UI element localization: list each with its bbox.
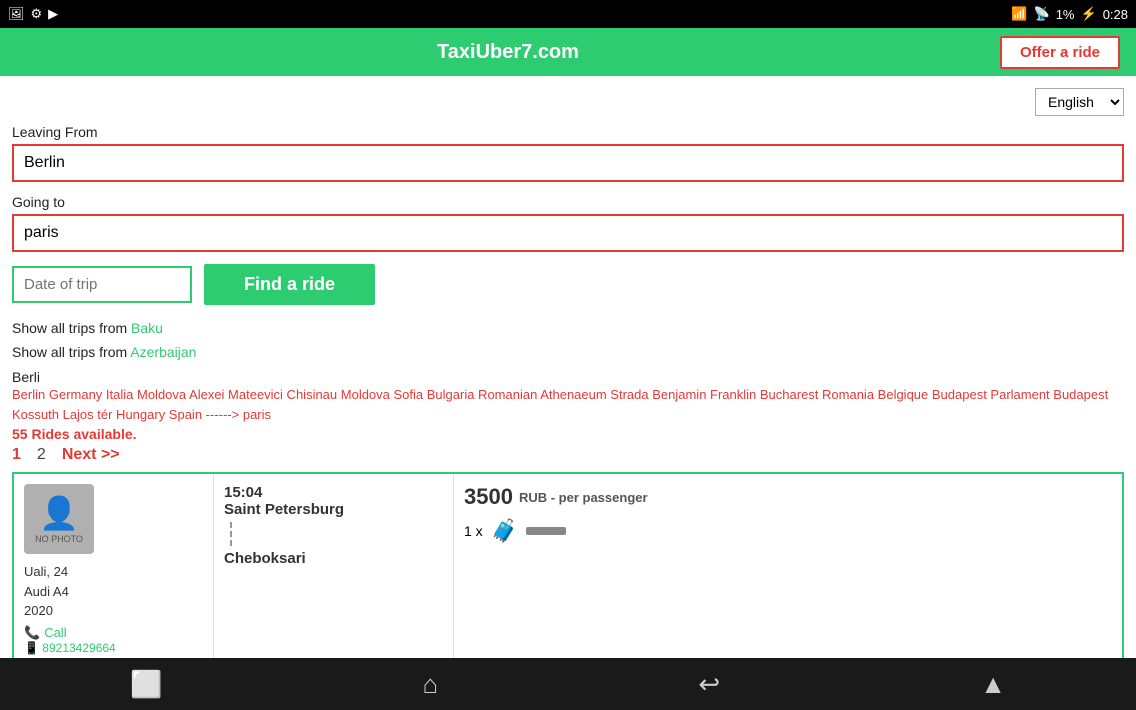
partial-match-text: Berli [12,369,1124,385]
app-title: TaxiUber7.com [437,41,579,63]
phone-number-1[interactable]: 📱 89213429664 [24,641,116,655]
nav-up-icon[interactable]: ▲ [980,669,1006,700]
search-result-block: Berli Berlin Germany Italia Moldova Alex… [12,369,1124,443]
whatsapp-icon-1: 📱 [24,641,39,655]
luggage-bar-1 [526,527,566,535]
next-button[interactable]: Next >> [62,446,120,464]
app-icon-3: ▶ [48,6,58,22]
signal-icon: 📡 [1034,6,1050,22]
date-of-trip-input[interactable] [12,266,192,303]
leaving-from-input[interactable] [12,144,1124,182]
driver-car-1: Audi A4 [24,584,69,599]
app-icon-1: 🖼 [8,6,25,22]
bottom-nav: ⬜ ⌂ ↩ ▲ [0,658,1136,710]
no-photo-label-1: NO PHOTO [35,534,83,544]
dashed-line-1 [230,522,443,546]
luggage-row-1: 1 x 🧳 [464,518,1112,544]
price-row-1: 3500 RUB - per passenger [464,484,1112,510]
phone-icon-1: 📞 [24,625,40,641]
wifi-icon: 📶 [1011,6,1027,22]
battery-icon: ⚡ [1081,6,1097,22]
time-display: 0:28 [1103,7,1128,22]
driver-name-1: Uali, 24 [24,564,68,579]
show-all-label-1: Show all trips from [12,320,127,336]
rides-available-text: 55 Rides available. [12,426,1124,442]
main-scroll-area: English French German Spanish Russian Le… [0,76,1136,658]
date-find-row: Find a ride [12,264,1124,305]
ride-card-1: 👤 NO PHOTO Uali, 24 Audi A4 2020 📞 Call … [12,472,1124,658]
main-content: English French German Spanish Russian Le… [0,76,1136,658]
seats-label-1: 1 x [464,523,483,539]
ride-card-1-middle: 15:04 Saint Petersburg Cheboksari [214,474,454,658]
battery-text: 1% [1056,7,1075,22]
city-link[interactable]: Baku [131,320,163,336]
page-2[interactable]: 2 [37,446,46,464]
related-links[interactable]: Berlin Germany Italia Moldova Alexei Mat… [12,385,1124,427]
status-bar: 🖼 ⚙ ▶ 📶 📡 1% ⚡ 0:28 [0,0,1136,28]
going-to-input[interactable] [12,214,1124,252]
nav-home-icon[interactable]: ⌂ [423,669,439,700]
leaving-from-label: Leaving From [12,124,1124,140]
going-to-label: Going to [12,194,1124,210]
ride-to-1: Cheboksari [224,550,443,567]
driver-year-1: 2020 [24,603,53,618]
show-all-label-2: Show all trips from [12,344,127,360]
price-amount-1: 3500 [464,484,513,510]
language-row: English French German Spanish Russian [12,88,1124,116]
nav-bar: TaxiUber7.com Offer a ride [0,28,1136,76]
page-1[interactable]: 1 [12,446,21,464]
ride-time-1: 15:04 [224,484,443,501]
find-ride-button[interactable]: Find a ride [204,264,375,305]
phone-text-1: 89213429664 [42,641,115,655]
ride-card-1-right: 3500 RUB - per passenger 1 x 🧳 [454,474,1122,658]
status-bar-left: 🖼 ⚙ ▶ [8,6,58,22]
call-label-1: Call [44,625,66,640]
status-bar-right: 📶 📡 1% ⚡ 0:28 [1011,6,1128,22]
avatar-1: 👤 NO PHOTO [24,484,94,554]
app-icon-2: ⚙ [31,6,43,22]
language-select[interactable]: English French German Spanish Russian [1035,88,1124,116]
country-link[interactable]: Azerbaijan [130,344,196,360]
driver-info-1: Uali, 24 Audi A4 2020 [24,562,69,621]
suggestions-block: Show all trips from Baku Show all trips … [12,317,1124,365]
ride-from-1: Saint Petersburg [224,501,443,518]
avatar-figure-1: 👤 [39,494,79,532]
ride-card-1-left: 👤 NO PHOTO Uali, 24 Audi A4 2020 📞 Call … [14,474,214,658]
call-link-1[interactable]: 📞 Call [24,625,67,641]
nav-square-icon[interactable]: ⬜ [130,669,162,700]
luggage-icon-1: 🧳 [491,518,518,544]
offer-ride-button[interactable]: Offer a ride [1000,36,1120,69]
nav-back-icon[interactable]: ↩ [698,669,720,700]
pagination: 1 2 Next >> [12,446,1124,464]
per-passenger-1: RUB - per passenger [519,490,648,505]
